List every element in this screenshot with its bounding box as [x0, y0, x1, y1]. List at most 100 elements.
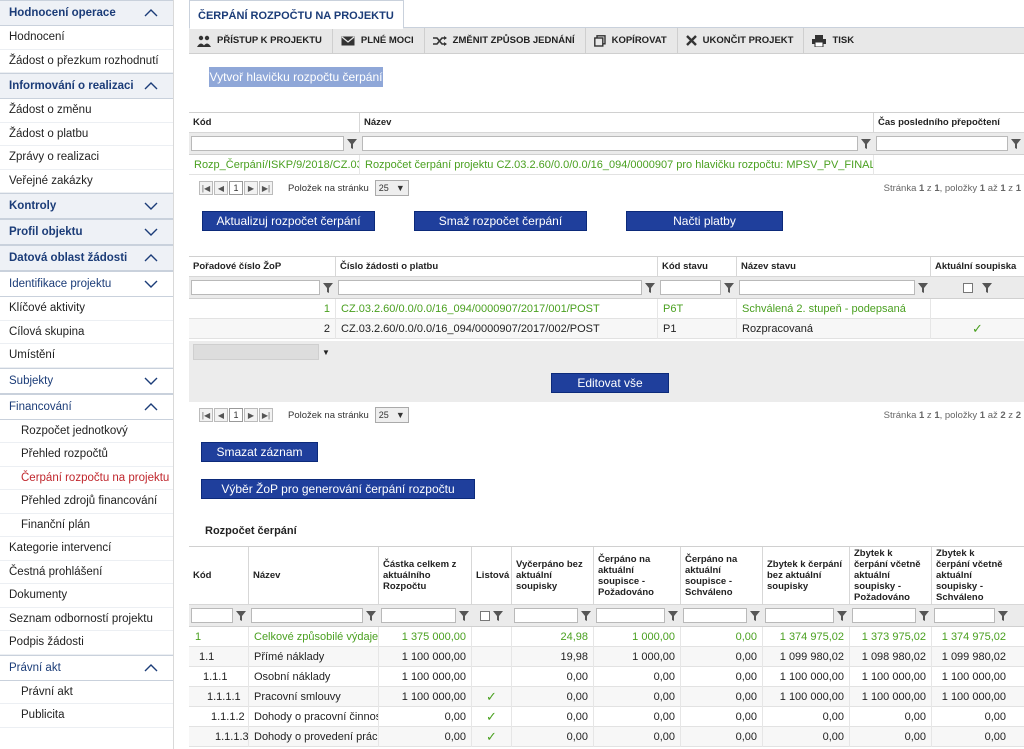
- chevron-down-icon[interactable]: [143, 198, 159, 214]
- sidebar-item[interactable]: Právní akt: [0, 681, 173, 704]
- sidebar-item[interactable]: Žádost o přezkum rozhodnutí: [0, 50, 173, 73]
- chevron-down-icon[interactable]: [143, 224, 159, 240]
- col-nazev[interactable]: Název: [360, 113, 874, 132]
- aktualni-checkbox[interactable]: [962, 282, 973, 293]
- last-page-button[interactable]: ▶|: [259, 408, 273, 422]
- sidebar-item[interactable]: Kategorie intervencí: [0, 537, 173, 561]
- chevron-down-icon[interactable]: [143, 373, 159, 389]
- first-page-button[interactable]: |◀: [199, 181, 213, 195]
- filter-input[interactable]: [514, 608, 578, 623]
- filter-icon[interactable]: [667, 610, 679, 622]
- tab-cerpani-rozpoctu[interactable]: ČERPÁNÍ ROZPOČTU NA PROJEKTU: [189, 0, 404, 29]
- sidebar-item[interactable]: Dokumenty: [0, 584, 173, 608]
- table-row[interactable]: 1.1.1.3 Dohody o provedení práce 0,00 ✓ 0,00…: [189, 726, 1024, 747]
- filter-input[interactable]: [765, 608, 834, 623]
- sidebar-item[interactable]: Čerpání rozpočtu na projektu: [0, 467, 173, 490]
- filter-icon[interactable]: [981, 282, 993, 294]
- sidebar-item[interactable]: Umístění: [0, 344, 173, 368]
- plne-moci-button[interactable]: PLNÉ MOCI: [333, 27, 425, 54]
- load-payments-button[interactable]: Načti platby: [626, 211, 783, 231]
- kopirovat-button[interactable]: KOPÍROVAT: [586, 27, 678, 54]
- next-page-button[interactable]: ▶: [244, 408, 258, 422]
- filter-icon[interactable]: [365, 610, 377, 622]
- col-kod[interactable]: Kód: [189, 113, 360, 132]
- col-nazev-stavu[interactable]: Název stavu: [737, 257, 931, 276]
- filter-cas[interactable]: [876, 136, 1008, 151]
- table-row[interactable]: 1.1.1 Osobní náklady 1 100 000,00 0,00 0,00 0…: [189, 666, 1024, 687]
- next-page-button[interactable]: ▶: [244, 181, 258, 195]
- filter-input[interactable]: [381, 608, 456, 623]
- sidebar-item[interactable]: Hodnocení: [0, 26, 173, 50]
- filter-icon[interactable]: [918, 610, 930, 622]
- sidebar-item[interactable]: Finanční plán: [0, 514, 173, 537]
- sidebar-section[interactable]: Financování: [0, 393, 173, 420]
- budget-col-header[interactable]: Částka celkem z aktuálního Rozpočtu: [379, 547, 472, 604]
- filter-input[interactable]: [934, 608, 995, 623]
- budget-col-header[interactable]: Název: [249, 547, 379, 604]
- sidebar-section[interactable]: Právní akt: [0, 654, 173, 681]
- create-header-button[interactable]: Vytvoř hlavičku rozpočtu čerpání: [209, 67, 383, 87]
- pristup-button[interactable]: PŘÍSTUP K PROJEKTU: [189, 27, 333, 54]
- filter-icon[interactable]: [580, 610, 592, 622]
- horizontal-scrollbar[interactable]: [193, 344, 319, 360]
- sidebar-section[interactable]: Profil objektu: [0, 219, 173, 245]
- table-row[interactable]: 2 CZ.03.2.60/0.0/0.0/16_094/0000907/2017…: [189, 318, 1024, 339]
- filter-icon[interactable]: [492, 610, 504, 622]
- table-row[interactable]: Rozp_Čerpání/ISKP/9/2018/CZ.03.... Rozpo…: [189, 154, 1024, 175]
- filter-icon[interactable]: [458, 610, 470, 622]
- budget-col-header[interactable]: Zbytek k čerpání včetně aktuální soupisk…: [850, 547, 932, 604]
- filter-input[interactable]: [852, 608, 916, 623]
- col-aktualni[interactable]: Aktuální soupiska: [931, 257, 1024, 276]
- filter-icon[interactable]: [749, 610, 761, 622]
- chevron-up-icon[interactable]: [143, 5, 159, 21]
- sidebar-item[interactable]: Veřejné zakázky: [0, 170, 173, 193]
- filter-icon[interactable]: [1010, 138, 1022, 150]
- chevron-up-icon[interactable]: [143, 250, 159, 266]
- sidebar-item[interactable]: Podpis žádosti: [0, 631, 173, 655]
- delete-budget-button[interactable]: Smaž rozpočet čerpání: [414, 211, 587, 231]
- chevron-down-icon[interactable]: ▼: [319, 344, 333, 360]
- table-row[interactable]: 1 Celkové způsobilé výdaje 1 375 000,00 24,…: [189, 626, 1024, 647]
- page-number[interactable]: 1: [229, 408, 243, 422]
- filter-kod[interactable]: [191, 136, 344, 151]
- budget-col-header[interactable]: Kód: [189, 547, 249, 604]
- sidebar-item[interactable]: Zprávy o realizaci: [0, 146, 173, 170]
- filter-icon[interactable]: [322, 282, 334, 294]
- sidebar-item[interactable]: Žádost o změnu: [0, 99, 173, 123]
- col-cas[interactable]: Čas posledního přepočtení: [874, 113, 1024, 132]
- filter-input[interactable]: [338, 280, 642, 295]
- update-budget-button[interactable]: Aktualizuj rozpočet čerpání: [202, 211, 375, 231]
- sidebar-section[interactable]: Identifikace projektu: [0, 271, 173, 297]
- sidebar-section[interactable]: Datová oblast žádosti: [0, 245, 173, 271]
- filter-input[interactable]: [596, 608, 665, 623]
- page-number[interactable]: 1: [229, 181, 243, 195]
- filter-icon[interactable]: [917, 282, 929, 294]
- col-cislo[interactable]: Číslo žádosti o platbu: [336, 257, 658, 276]
- prev-page-button[interactable]: ◀: [214, 181, 228, 195]
- sidebar-section[interactable]: Kontroly: [0, 193, 173, 219]
- edit-all-button[interactable]: Editovat vše: [551, 373, 669, 393]
- last-page-button[interactable]: ▶|: [259, 181, 273, 195]
- filter-input[interactable]: [660, 280, 721, 295]
- budget-col-header[interactable]: Čerpáno na aktuální soupisce - Požadován…: [594, 547, 681, 604]
- col-kod-stavu[interactable]: Kód stavu: [658, 257, 737, 276]
- filter-input[interactable]: [191, 608, 233, 623]
- budget-col-header[interactable]: Listová: [472, 547, 512, 604]
- chevron-up-icon[interactable]: [143, 660, 159, 676]
- per-page-select[interactable]: 25 ▼: [374, 407, 409, 423]
- filter-icon[interactable]: [997, 610, 1009, 622]
- sidebar-item[interactable]: Seznam odborností projektu: [0, 608, 173, 631]
- sidebar-item[interactable]: Klíčové aktivity: [0, 297, 173, 321]
- prev-page-button[interactable]: ◀: [214, 408, 228, 422]
- listova-checkbox[interactable]: [480, 610, 490, 621]
- budget-col-header[interactable]: Zbytek k čerpání včetně aktuální soupisk…: [932, 547, 1011, 604]
- sidebar-section[interactable]: Informování o realizaci: [0, 73, 173, 99]
- filter-icon[interactable]: [723, 282, 735, 294]
- filter-nazev[interactable]: [362, 136, 858, 151]
- sidebar-item[interactable]: Přehled rozpočtů: [0, 443, 173, 467]
- col-poradove[interactable]: Pořadové číslo ŽoP: [189, 257, 336, 276]
- table-row[interactable]: 1.1.1.1 Pracovní smlouvy 1 100 000,00 ✓ 0,00…: [189, 686, 1024, 707]
- per-page-select[interactable]: 25 ▼: [374, 180, 409, 196]
- filter-input[interactable]: [683, 608, 747, 623]
- filter-input[interactable]: [739, 280, 915, 295]
